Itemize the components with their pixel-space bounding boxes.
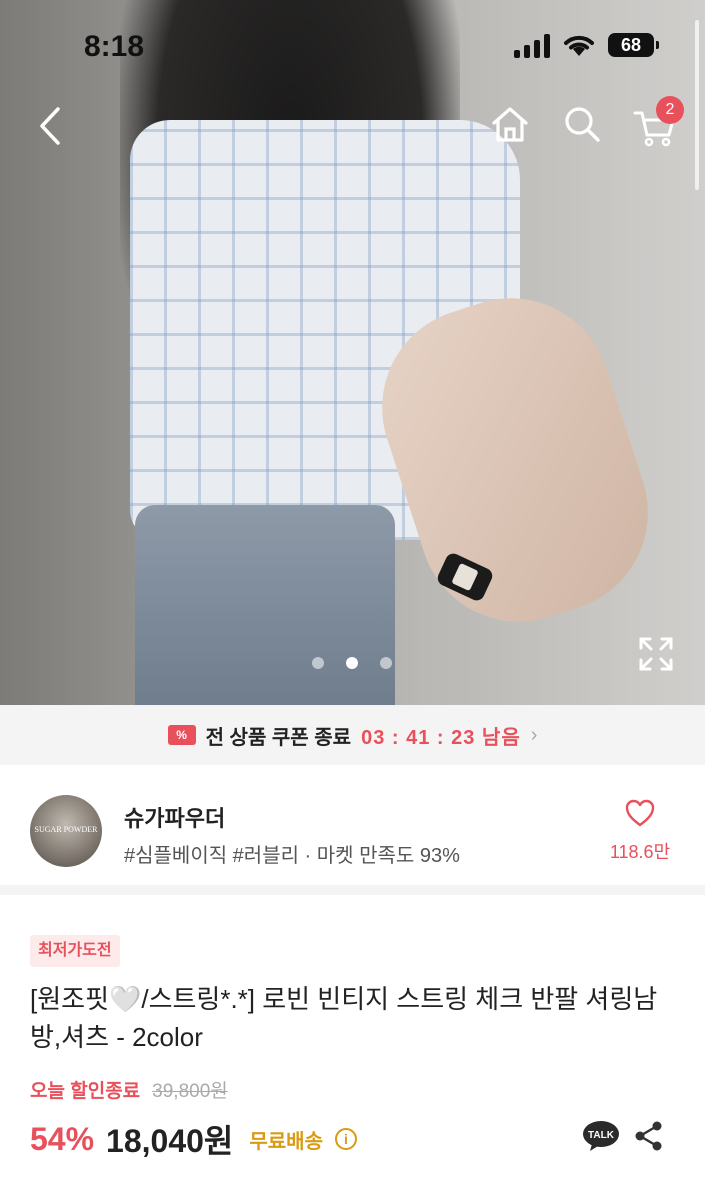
seller-name[interactable]: 슈가파우더	[124, 801, 225, 833]
image-jeans	[135, 505, 395, 705]
shipping-label: 무료배송	[249, 1130, 323, 1153]
chevron-right-icon: ›	[530, 723, 538, 746]
coupon-timer: 03 : 41 : 23 남음	[361, 726, 521, 749]
product-title: [원조핏🤍/스트링*.*] 로빈 빈티지 스트링 체크 반팔 셔링남방,셔츠 -…	[30, 984, 658, 1052]
coupon-icon: %	[167, 725, 196, 745]
coupon-label: 전 상품 쿠폰 종료	[205, 726, 352, 749]
price-row: 54% 18,040원 무료배송 i	[30, 1116, 357, 1162]
back-button[interactable]	[26, 102, 74, 150]
home-icon	[492, 107, 528, 142]
battery-level: 68	[620, 35, 642, 55]
carousel-dot-active[interactable]	[346, 657, 358, 669]
status-bar: 8:18 68	[0, 0, 705, 90]
coupon-banner[interactable]: % 전 상품 쿠폰 종료 03 : 41 : 23 남음 ›	[0, 705, 705, 765]
sale-row: 오늘 할인종료 39,800원	[30, 1076, 228, 1103]
carousel-dot[interactable]	[380, 657, 392, 669]
expand-icon[interactable]	[638, 636, 674, 672]
discount-rate: 54%	[30, 1120, 95, 1157]
favorite-count: 118.6만	[609, 842, 671, 862]
seller-avatar[interactable]: SUGAR POWDER	[30, 795, 102, 867]
battery-icon: 68	[608, 33, 659, 57]
avatar-logo-text: SUGAR POWDER	[34, 825, 98, 834]
carousel-dot[interactable]	[312, 657, 324, 669]
back-arrow-icon	[40, 107, 60, 145]
cart-count-badge: 2	[656, 96, 684, 124]
info-icon[interactable]: i	[334, 1128, 357, 1150]
share-icon[interactable]	[634, 1120, 664, 1152]
heart-icon	[625, 799, 655, 827]
search-icon	[565, 107, 600, 142]
home-button[interactable]	[486, 100, 534, 148]
sale-price: 18,040원	[106, 1123, 234, 1159]
signal-icon	[514, 34, 554, 58]
seller-section[interactable]: SUGAR POWDER 슈가파우더 #심플베이직 #러블리 · 마켓 만족도 …	[0, 765, 705, 895]
wifi-icon	[564, 35, 594, 56]
carousel-indicator[interactable]	[312, 657, 392, 669]
original-price: 39,800원	[152, 1081, 228, 1102]
seller-description: #심플베이직 #러블리 · 마켓 만족도 93%	[124, 845, 460, 867]
promo-badge: 최저가도전	[30, 935, 120, 967]
talk-label: TALK	[588, 1130, 615, 1141]
favorite-button[interactable]: 118.6만	[600, 799, 680, 864]
kakao-talk-icon[interactable]: TALK	[582, 1120, 620, 1152]
search-button[interactable]	[558, 100, 606, 148]
status-time: 8:18	[84, 30, 145, 63]
sale-end-label: 오늘 할인종료	[30, 1081, 141, 1102]
